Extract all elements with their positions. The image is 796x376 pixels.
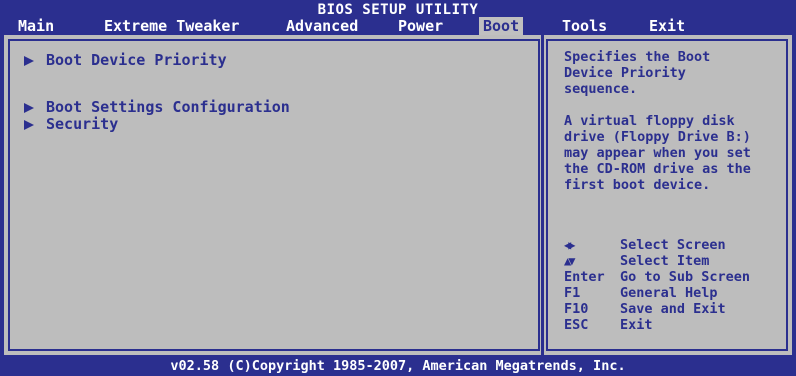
key-name: F1 (564, 285, 581, 301)
key-name: F10 (564, 301, 589, 317)
menu-tab-power[interactable]: Power (394, 17, 447, 35)
boot-device-priority-item[interactable]: Boot Device Priority (24, 51, 227, 69)
submenu-arrow-icon (24, 102, 34, 113)
help-panel: Specifies the Boot Device Priority seque… (546, 39, 788, 351)
menu-tab-boot[interactable]: Boot (479, 17, 524, 35)
copyright-footer: v02.58 (C)Copyright 1985-2007, American … (170, 358, 626, 374)
key-row: F1 General Help (564, 285, 788, 301)
key-row: ▲▼ Select Item (564, 253, 788, 269)
boot-menu-panel: Boot Device Priority Boot Settings Confi… (8, 39, 540, 351)
boot-settings-configuration-item[interactable]: Boot Settings Configuration (24, 98, 290, 116)
key-desc: Save and Exit (620, 301, 726, 317)
key-name: Enter (564, 269, 605, 285)
key-desc: General Help (620, 285, 718, 301)
entry-label: Security (46, 115, 119, 133)
entry-label: Boot Settings Configuration (46, 98, 290, 116)
key-desc: Exit (620, 317, 653, 333)
menu-bar: Main Extreme Tweaker Advanced Power Boot… (0, 17, 796, 35)
left-right-arrows-icon: ◀▶ (564, 238, 576, 252)
entry-label: Boot Device Priority (46, 51, 227, 69)
menu-tab-advanced[interactable]: Advanced (282, 17, 362, 35)
key-legend: ◀▶ Select Screen ▲▼ Select Item Enter Go to… (564, 237, 788, 333)
key-row: ◀▶ Select Screen (564, 237, 788, 253)
key-row: Enter Go to Sub Screen (564, 269, 788, 285)
security-item[interactable]: Security (24, 115, 118, 133)
key-desc: Go to Sub Screen (620, 269, 751, 285)
key-row: ESC Exit (564, 317, 788, 333)
submenu-arrow-icon (24, 119, 34, 130)
menu-tab-tools[interactable]: Tools (558, 17, 611, 35)
submenu-arrow-icon (24, 55, 34, 66)
bios-title: BIOS SETUP UTILITY (317, 2, 479, 18)
menu-tab-main[interactable]: Main (14, 17, 58, 35)
help-text: Specifies the Boot Device Priority seque… (564, 49, 751, 193)
key-row: F10 Save and Exit (564, 301, 788, 317)
menu-tab-exit[interactable]: Exit (645, 17, 689, 35)
up-down-arrows-icon: ▲▼ (564, 254, 576, 268)
bios-screen: BIOS SETUP UTILITY Main Extreme Tweaker … (0, 0, 796, 376)
key-name: ESC (564, 317, 589, 333)
key-desc: Select Screen (620, 237, 726, 253)
menu-tab-extreme-tweaker[interactable]: Extreme Tweaker (100, 17, 243, 35)
key-desc: Select Item (620, 253, 710, 269)
panel-divider (541, 35, 544, 355)
